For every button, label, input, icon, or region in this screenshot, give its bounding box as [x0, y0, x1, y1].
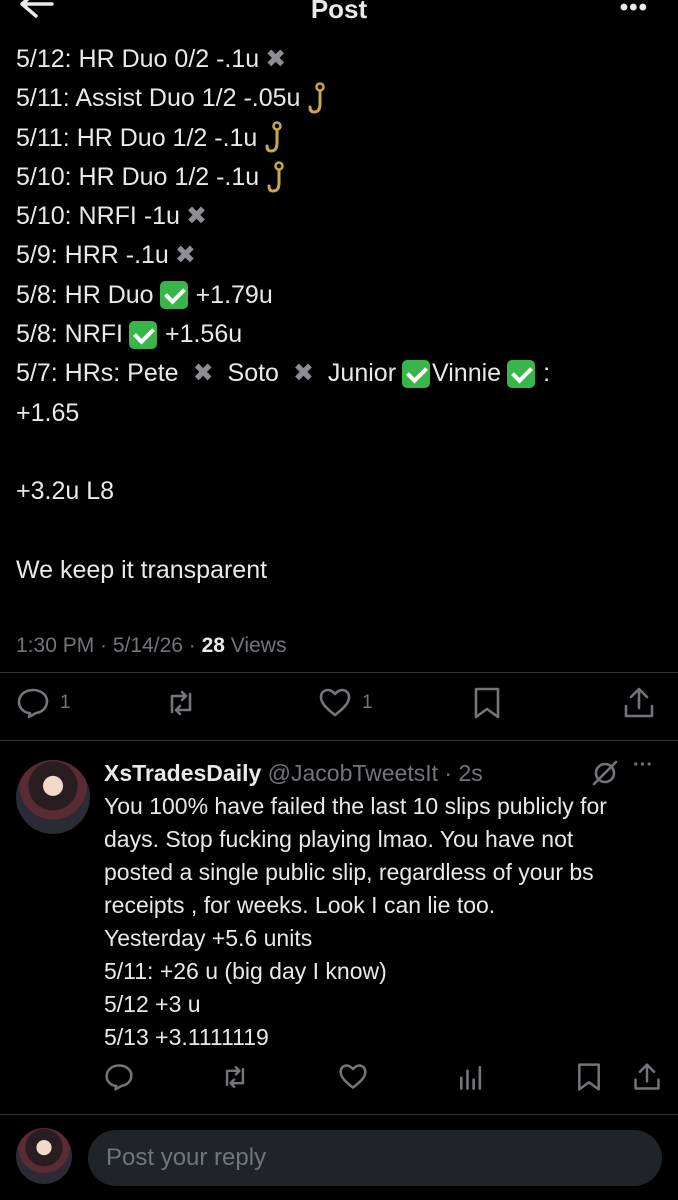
post-line: 5/10: HR Duo 1/2 -.1u	[16, 158, 666, 197]
post-line: +1.65	[16, 394, 666, 433]
post-closing: We keep it transparent	[16, 551, 666, 590]
reply-header: XsTradesDaily @JacobTweetsIt · 2s	[104, 760, 483, 787]
reply-count: 1	[60, 692, 71, 713]
post-line-text: Junior	[327, 359, 397, 388]
views-chart-icon[interactable]	[456, 1062, 486, 1092]
reply-button[interactable]: 1	[16, 686, 71, 720]
divider	[0, 740, 678, 741]
check-mark-icon	[507, 360, 536, 389]
post-summary-text: +3.2u L8	[16, 477, 115, 506]
post-closing-text: We keep it transparent	[16, 555, 268, 584]
cross-mark-icon: ✖	[174, 241, 196, 270]
post-line-text: +1.65	[16, 398, 80, 427]
post-line-text: Soto	[227, 359, 279, 388]
post-action-bar: 1 1	[0, 686, 678, 726]
post-line: 5/11: Assist Duo 1/2 -.05u	[16, 79, 666, 118]
views-count: 28	[201, 634, 225, 657]
check-mark-icon	[128, 320, 157, 349]
post-line-text: 5/11: Assist Duo 1/2 -.05u	[16, 84, 301, 113]
post-line-text: 5/10: HR Duo 1/2 -.1u	[16, 162, 260, 191]
post-meta: 1:30 PM · 5/14/26 · 28 Views	[16, 634, 286, 658]
post-line-text: 5/8: HR Duo	[16, 280, 154, 309]
reply-text: You 100% have failed the last 10 slips p…	[104, 790, 664, 1054]
reply-action-bar	[0, 1062, 678, 1096]
post-line-text: :	[543, 359, 551, 388]
repost-icon[interactable]	[220, 1062, 250, 1092]
post-line-text: 5/9: HRR -.1u	[16, 241, 169, 270]
like-button[interactable]: 1	[318, 686, 373, 720]
bookmark-button[interactable]	[470, 686, 504, 720]
post-line-text: Vinnie	[432, 359, 502, 388]
cross-mark-icon: ✖	[185, 202, 207, 231]
reply-line: 5/12 +3 u	[104, 991, 201, 1017]
post-line-text: 5/8: NRFI	[16, 320, 123, 349]
check-mark-icon	[402, 360, 431, 389]
like-count: 1	[362, 692, 373, 713]
cross-mark-icon: ✖	[265, 45, 287, 73]
reply-line: days. Stop fucking playing lmao. You hav…	[104, 826, 574, 852]
reply-icon	[17, 688, 49, 719]
reply-line: receipts , for weeks. Look I can lie too…	[104, 892, 496, 918]
page-title: Post	[310, 0, 368, 24]
bookmark-icon	[474, 687, 500, 719]
heart-icon[interactable]	[338, 1062, 368, 1092]
hook-icon	[265, 121, 283, 153]
more-options-icon[interactable]: ···	[633, 754, 653, 777]
post-line: 5/9: HRR -.1u ✖	[16, 236, 666, 275]
reply-line: posted a single public slip, regardless …	[104, 859, 594, 885]
avatar[interactable]	[16, 1128, 72, 1184]
avatar[interactable]	[16, 760, 90, 834]
share-icon[interactable]	[632, 1062, 662, 1092]
check-mark-icon	[159, 281, 188, 310]
repost-icon	[170, 690, 192, 716]
more-options-icon[interactable]: •••	[620, 0, 648, 22]
post-line-text: 5/12: HR Duo 0/2 -.1u	[16, 45, 260, 73]
post-line: 5/8: HR Duo +1.79u	[16, 276, 666, 315]
post-timestamp: 1:30 PM · 5/14/26 ·	[16, 634, 202, 657]
repost-button[interactable]	[164, 686, 198, 720]
post-line-text: 5/7: HRs: Pete	[16, 359, 179, 388]
reply-composer: Post your reply	[0, 1114, 678, 1200]
reply-line: 5/11: +26 u (big day I know)	[104, 958, 387, 984]
reply-author-name[interactable]: XsTradesDaily	[104, 760, 261, 786]
post-line: 5/12: HR Duo 0/2 -.1u ✖	[16, 40, 666, 79]
heart-icon	[319, 688, 351, 717]
post-line-value: +1.56u	[164, 320, 243, 349]
views-label: Views	[224, 634, 287, 657]
reply-author-handle[interactable]: @JacobTweetsIt · 2s	[268, 760, 483, 786]
hook-icon	[267, 160, 284, 193]
post-line-text: 5/11: HR Duo 1/2 -.1u	[16, 123, 258, 152]
post-line: 5/8: NRFI +1.56u	[16, 315, 666, 354]
post-line-value: +1.79u	[195, 280, 273, 309]
reply-icon[interactable]	[104, 1062, 134, 1092]
post-body: 5/12: HR Duo 0/2 -.1u ✖ 5/11: Assist Duo …	[16, 40, 666, 590]
divider	[0, 672, 678, 673]
post-line: 5/10: NRFI -1u ✖	[16, 197, 666, 236]
top-bar: Post •••	[0, 0, 678, 30]
reply-input[interactable]: Post your reply	[88, 1130, 662, 1186]
hook-icon	[308, 82, 326, 114]
reply-line: You 100% have failed the last 10 slips p…	[104, 793, 607, 819]
reply-line: 5/13 +3.1111119	[104, 1024, 269, 1050]
cross-mark-icon: ✖	[292, 359, 314, 388]
post-line: 5/7: HRs: Pete ✖ Soto ✖ Junior Vinnie :	[16, 354, 666, 393]
share-icon	[624, 687, 654, 718]
cross-mark-icon: ✖	[192, 359, 214, 388]
bookmark-icon[interactable]	[574, 1062, 604, 1092]
post-summary: +3.2u L8	[16, 472, 666, 511]
post-line-text: 5/10: NRFI -1u	[16, 202, 180, 231]
reply-line: Yesterday +5.6 units	[104, 925, 313, 951]
grok-icon[interactable]	[590, 758, 620, 788]
share-button[interactable]	[622, 686, 656, 720]
post-line: 5/11: HR Duo 1/2 -.1u	[16, 119, 666, 158]
